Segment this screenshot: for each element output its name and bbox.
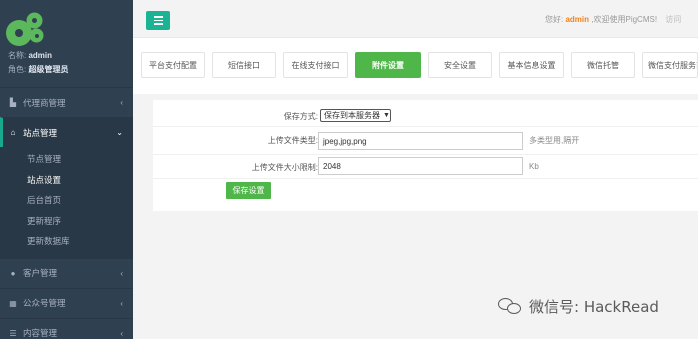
tab-wechat-pay-provider[interactable]: 微信支付服务商 [642,52,698,78]
nav-official-account-management[interactable]: ▦ 公众号管理 ‹ [0,287,133,318]
sidebar: 名称: admin 角色: 超级管理员 ▙ 代理商管理 ‹ ⌂ 站点管理 ⌄ 节… [0,0,133,339]
subnav-node-management[interactable]: 节点管理 [0,149,133,170]
sitemap-icon: ▙ [9,98,17,107]
chevron-left-icon: ‹ [120,298,123,308]
top-bar: 您好: admin ,欢迎使用PigCMS! 访问 [133,0,698,38]
site-subnav: 节点管理 站点设置 后台首页 更新程序 更新数据库 [0,147,133,258]
tab-security-settings[interactable]: 安全设置 [428,52,492,78]
file-size-input[interactable]: 2048 [318,157,523,175]
file-size-label: 上传文件大小限制: [251,163,318,172]
current-user: admin [565,15,590,24]
welcome-text: 您好: admin ,欢迎使用PigCMS! 访问 [545,15,682,24]
nav-agent-management[interactable]: ▙ 代理商管理 ‹ [0,87,133,117]
storage-label: 保存方式: [283,112,318,121]
menu-toggle-button[interactable] [146,11,170,30]
wechat-logo-icon [498,297,524,316]
list-icon: ☰ [9,328,17,338]
chevron-left-icon: ‹ [120,328,123,338]
tab-online-payment[interactable]: 在线支付接口 [283,52,348,78]
attachment-settings-form: 保存方式: 保存到本服务器 ▼ 上传文件类型: jpeg,jpg,png 多类型… [153,100,698,211]
chevron-left-icon: ‹ [120,98,123,107]
subnav-site-settings[interactable]: 站点设置 [0,170,133,191]
hamburger-icon [153,16,163,18]
save-settings-button[interactable]: 保存设置 [226,182,271,199]
subnav-update-program[interactable]: 更新程序 [0,211,133,232]
file-size-unit: Kb [529,162,539,171]
profile-panel: 名称: admin 角色: 超级管理员 [0,0,133,87]
chevron-left-icon: ‹ [120,268,123,278]
user-icon: ● [10,268,16,278]
tab-wechat-hosting[interactable]: 微信托管 [571,52,635,78]
tab-platform-payment[interactable]: 平台支付配置 [141,52,205,78]
profile-name: 名称: admin [8,51,53,60]
nav-site-management[interactable]: ⌂ 站点管理 ⌄ [0,117,133,147]
chevron-down-icon: ⌄ [116,128,123,137]
nav-content-management[interactable]: ☰ 内容管理 ‹ [0,317,133,339]
visit-link[interactable]: 访问 [665,15,681,24]
file-types-label: 上传文件类型: [267,136,318,145]
tab-attachment-settings[interactable]: 附件设置 [355,52,421,78]
settings-tabs: 平台支付配置 短信接口 在线支付接口 附件设置 安全设置 基本信息设置 微信托管… [133,38,698,94]
tab-sms-interface[interactable]: 短信接口 [212,52,276,78]
storage-select[interactable]: 保存到本服务器 ▼ [320,109,391,122]
building-icon: ▦ [9,298,17,308]
tab-basic-info[interactable]: 基本信息设置 [499,52,564,78]
gears-logo-icon [8,10,48,46]
profile-role: 角色: 超级管理员 [8,65,69,74]
file-types-input[interactable]: jpeg,jpg,png [318,132,523,150]
wechat-watermark: 微信号: HackRead [498,296,659,317]
nav-customer-management[interactable]: ● 客户管理 ‹ [0,257,133,288]
subnav-update-database[interactable]: 更新数据库 [0,231,133,252]
home-icon: ⌂ [10,128,16,137]
subnav-admin-home[interactable]: 后台首页 [0,190,133,211]
file-types-hint: 多类型用,隔开 [529,136,580,145]
dropdown-caret-icon: ▼ [383,112,390,119]
